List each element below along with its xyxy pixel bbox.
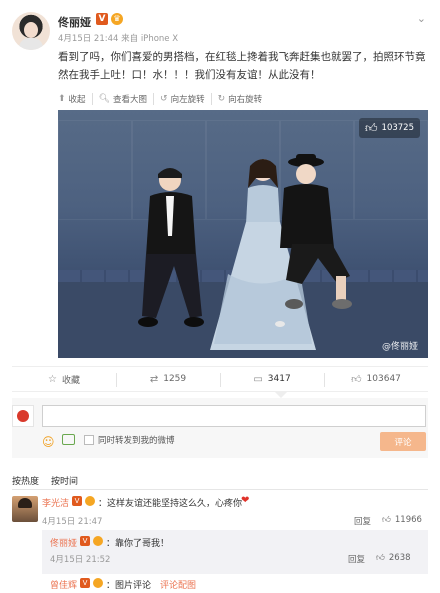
post-text: 看到了吗，你们喜爱的男搭档，在红毯上搀着我飞奔赶集也就罢了，拍照环节竟然在我手上… [58,51,426,81]
vip-badge-icon [93,536,103,546]
comment-input[interactable] [42,405,426,427]
verified-badge-icon: V [80,536,90,546]
verified-badge-icon: V [96,13,108,25]
image-upload-icon[interactable] [62,434,75,445]
reply-time: 4月15日 21:52 [50,555,111,565]
current-user-avatar [12,405,34,427]
comment-text: ：这样友谊还能坚持这么久，心疼你 [98,499,243,509]
comment-like-button[interactable]: 👍︎ 11966 [382,515,422,525]
repost-button[interactable]: ⇄ 1259 [116,367,220,391]
post-photo[interactable]: 👍︎ 103725 @佟丽娅 [58,110,428,358]
image-tool-rotate-left[interactable]: ↺ 向左旋转 [153,93,205,105]
divider [12,489,428,490]
submit-comment-button[interactable]: 评论 [380,432,426,451]
reply-reply-link[interactable]: 回复 [348,553,365,565]
like-icon: 👍︎ [351,374,362,385]
photo-watermark: @佟丽娅 [381,342,418,352]
favorite-button[interactable]: ☆ 收藏 [12,367,116,391]
rotate-right-icon: ↻ [217,94,226,104]
reply-like-button[interactable]: 👍︎ 2638 [376,553,411,563]
verified-badge-icon: V [80,578,90,588]
tab-sort-hot[interactable]: 按热度 [12,474,39,487]
heart-emoji-icon: ❤ [241,495,250,506]
image-tool-rotate-right[interactable]: ↻ 向右旋转 [210,93,262,105]
tab-sort-time[interactable]: 按时间 [51,474,78,487]
person-right-figure [280,154,352,309]
next-commenter-name[interactable]: 曾佳辉 [50,578,77,591]
chevron-down-icon[interactable]: ⌄ [417,12,426,25]
zoom-icon: 🔍︎ [98,94,110,104]
comment-image-link[interactable]: 评论配图 [160,578,196,591]
author-avatar[interactable] [12,12,50,50]
vip-badge-icon: ♛ [111,13,123,25]
vip-badge-icon [85,496,95,506]
comment-icon: ▭ [253,373,263,385]
photo-like-badge[interactable]: 👍︎ 103725 [359,118,420,138]
action-bar: ☆ 收藏 ⇄ 1259 ▭ 3417 👍︎ 103647 [12,366,428,392]
commenter-avatar[interactable] [12,496,38,522]
reply-text: ：靠你了哥我！ [106,539,170,549]
like-button[interactable]: 👍︎ 103647 [324,367,428,391]
thumbs-up-icon: 👍︎ [365,120,378,135]
reply-author-name[interactable]: 佟丽娅 [50,536,77,549]
image-tool-collapse[interactable]: ⬆ 收起 [58,93,86,105]
post-meta: 4月15日 21:44 来自 iPhone X [58,34,179,44]
commenter-name[interactable]: 李光洁 [42,496,69,509]
comment-button[interactable]: ▭ 3417 [220,367,324,391]
repost-checkbox[interactable] [84,435,94,445]
thumbs-up-icon: 👍︎ [382,515,391,525]
comment-reply-link[interactable]: 回复 [354,515,371,527]
emoji-icon[interactable]: ☺ [42,435,55,449]
repost-checkbox-label: 同时转发到我的微博 [98,436,175,446]
thumbs-up-icon: 👍︎ [376,553,385,563]
image-tool-zoom[interactable]: 🔍︎ 查看大图 [91,93,147,105]
star-icon: ☆ [48,373,57,385]
weibo-post: 佟丽娅 V ♛ ⌄ 4月15日 21:44 来自 iPhone X 看到了吗，你… [0,0,440,593]
next-comment-text: ：图片评论 [106,581,152,591]
verified-badge-icon: V [72,496,82,506]
vip-badge-icon [93,578,103,588]
collapse-icon: ⬆ [58,94,66,104]
author-name[interactable]: 佟丽娅 [58,14,91,30]
repost-icon: ⇄ [149,373,159,385]
comment-sort-tabs: 按热度 按时间 [12,474,78,487]
rotate-left-icon: ↺ [160,94,168,104]
person-left-figure [138,168,204,327]
comment-time: 4月15日 21:47 [42,517,103,527]
image-toolbar: ⬆ 收起 🔍︎ 查看大图 ↺ 向左旋转 ↻ 向右旋转 [58,93,262,105]
